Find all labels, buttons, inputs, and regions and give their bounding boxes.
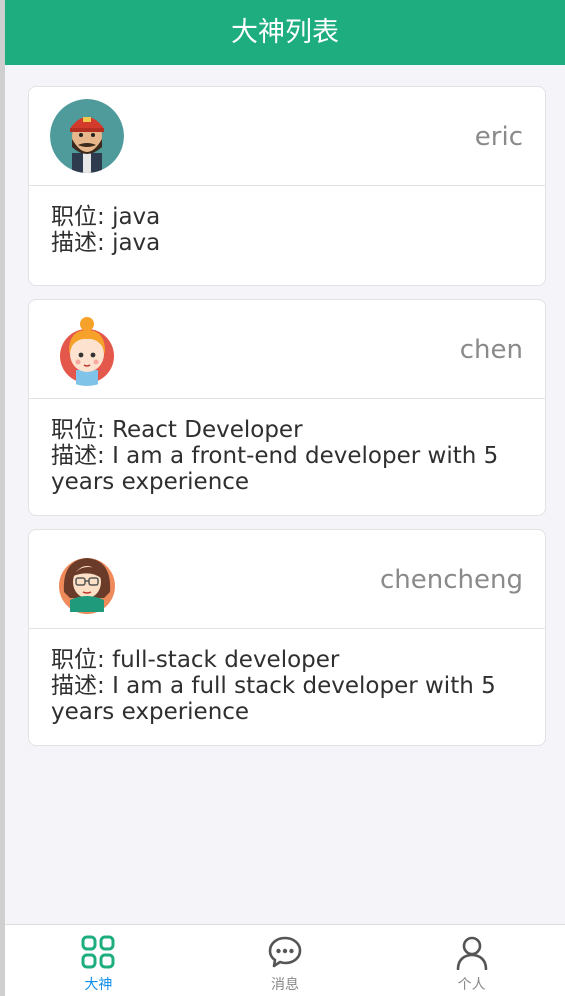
username: chen <box>459 334 523 365</box>
position-value: React Developer <box>112 417 303 443</box>
woman-glasses-avatar-icon <box>50 542 124 616</box>
nav-header: 大神列表 <box>5 0 565 65</box>
position-label: 职位: <box>51 417 113 443</box>
position-label: 职位: <box>51 647 113 673</box>
chat-bubble-icon <box>268 936 302 968</box>
bearded-man-avatar-icon <box>50 99 124 173</box>
bottom-tab-bar: 大神 消息 个人 <box>5 924 565 996</box>
card-header: chencheng <box>29 530 545 629</box>
description-label: 描述: <box>51 673 113 699</box>
position-value: java <box>112 204 161 230</box>
user-card[interactable]: eric 职位: java 描述: java <box>28 86 546 286</box>
person-icon <box>456 936 487 970</box>
description-value: I am a front-end developer with 5 years … <box>51 443 499 495</box>
tab-label: 消息 <box>271 977 299 993</box>
card-body: 职位: full-stack developer 描述: I am a full… <box>29 629 545 741</box>
page-title: 大神列表 <box>231 17 339 48</box>
tab-label: 个人 <box>457 977 486 993</box>
tab-messages[interactable]: 消息 <box>192 925 379 996</box>
window-edge <box>0 0 5 996</box>
position-line: 职位: React Developer <box>51 417 523 443</box>
tab-label: 大神 <box>84 977 113 993</box>
position-value: full-stack developer <box>112 647 340 673</box>
user-card[interactable]: chencheng 职位: full-stack developer 描述: I… <box>28 529 546 746</box>
card-body: 职位: React Developer 描述: I am a front-end… <box>29 399 545 511</box>
username: eric <box>474 121 523 152</box>
position-line: 职位: full-stack developer <box>51 647 523 673</box>
description-label: 描述: <box>51 230 113 256</box>
description-line: 描述: I am a full stack developer with 5 y… <box>51 673 523 725</box>
girl-avatar-icon <box>50 312 124 386</box>
tab-profile[interactable]: 个人 <box>378 925 565 996</box>
user-card[interactable]: chen 职位: React Developer 描述: I am a fron… <box>28 299 546 516</box>
description-label: 描述: <box>51 443 113 469</box>
description-value: I am a full stack developer with 5 years… <box>51 673 496 725</box>
card-header: chen <box>29 300 545 399</box>
description-line: 描述: java <box>51 230 523 256</box>
description-value: java <box>112 230 161 256</box>
grid-icon <box>81 935 115 969</box>
card-header: eric <box>29 87 545 186</box>
card-body: 职位: java 描述: java <box>29 186 545 272</box>
description-line: 描述: I am a front-end developer with 5 ye… <box>51 443 523 495</box>
username: chencheng <box>380 564 523 595</box>
position-line: 职位: java <box>51 204 523 230</box>
position-label: 职位: <box>51 204 113 230</box>
tab-dashen[interactable]: 大神 <box>5 925 192 996</box>
